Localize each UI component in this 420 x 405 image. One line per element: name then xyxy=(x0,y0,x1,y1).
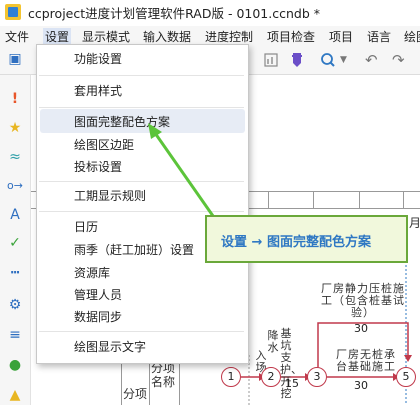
check-icon[interactable]: ✓ xyxy=(7,235,23,251)
menu-item-duration-display-rules[interactable]: 工期显示规则 xyxy=(74,188,146,204)
left-sidebar: ▣ ! ★ ≈ o→ A ✓ ┅ ⚙ ≡ ● ▲ xyxy=(0,51,31,405)
menu-item-function-settings[interactable]: 功能设置 xyxy=(74,51,122,67)
menu-item-apply-style[interactable]: 套用样式 xyxy=(74,83,122,99)
callout-text: 设置 → 图面完整配色方案 xyxy=(221,235,371,250)
menu-separator xyxy=(39,75,244,76)
network-node[interactable]: 1 xyxy=(221,367,241,387)
task-duration-piling: 30 xyxy=(354,322,368,335)
menu-item-data-sync[interactable]: 数据同步 xyxy=(74,309,122,325)
users-icon[interactable]: ● xyxy=(7,357,23,373)
exclamation-icon[interactable]: ! xyxy=(7,91,23,107)
menu-item-bid-settings[interactable]: 投标设置 xyxy=(74,159,122,175)
dashes-icon[interactable]: ┅ xyxy=(7,265,23,281)
warning-icon[interactable]: ▲ xyxy=(7,387,23,403)
redo-icon[interactable]: ↷ xyxy=(392,51,405,69)
menu-language[interactable]: 语言 xyxy=(367,28,391,45)
menu-item-color-scheme[interactable]: 图面完整配色方案 xyxy=(74,114,170,130)
annotation-callout: 设置 → 图面完整配色方案 xyxy=(205,215,408,263)
app-icon xyxy=(5,4,21,20)
menu-item-drawing-margins[interactable]: 绘图区边距 xyxy=(74,137,134,153)
gear-icon[interactable]: ⚙ xyxy=(7,297,23,313)
link-icon[interactable]: o→ xyxy=(7,178,23,194)
text-icon[interactable]: A xyxy=(7,207,23,223)
menu-input-data[interactable]: 输入数据 xyxy=(143,28,191,45)
menu-separator xyxy=(39,331,244,332)
undo-icon[interactable]: ↶ xyxy=(365,51,378,69)
menu-project[interactable]: 项目 xyxy=(329,28,353,45)
star-icon[interactable]: ★ xyxy=(7,120,23,136)
settings-dropdown-menu: 功能设置 套用样式 图面完整配色方案 绘图区边距 投标设置 工期显示规则 日历 … xyxy=(36,44,249,364)
menu-file[interactable]: 文件 xyxy=(5,28,29,45)
menu-progress-control[interactable]: 进度控制 xyxy=(205,28,253,45)
wave-icon[interactable]: ≈ xyxy=(7,149,23,165)
menu-separator xyxy=(39,181,244,182)
bookmark-icon[interactable] xyxy=(290,51,304,73)
menu-separator xyxy=(39,211,244,212)
chart-icon[interactable] xyxy=(263,51,279,73)
menu-bar: 文件 设置 显示模式 输入数据 进度控制 项目检查 项目 语言 绘图 xyxy=(0,26,420,46)
network-node[interactable]: 5 xyxy=(396,367,416,387)
menu-project-check[interactable]: 项目检查 xyxy=(267,28,315,45)
menu-item-resource-library[interactable]: 资源库 xyxy=(74,265,110,281)
menu-draw[interactable]: 绘图 xyxy=(404,28,420,45)
menu-display-mode[interactable]: 显示模式 xyxy=(82,28,130,45)
title-bar: ccproject进度计划管理软件RAD版 - 0101.ccndb * xyxy=(0,0,420,24)
menu-separator xyxy=(39,107,244,108)
window-title: ccproject进度计划管理软件RAD版 - 0101.ccndb * xyxy=(28,6,320,21)
task-label-foundation[interactable]: 厂房无桩承台基础施工 xyxy=(331,349,401,373)
search-icon[interactable] xyxy=(320,51,336,73)
partial-label-drainage: 降水 xyxy=(267,329,279,354)
sort-icon[interactable]: ≡ xyxy=(7,327,23,343)
network-node[interactable]: 3 xyxy=(307,367,327,387)
menu-item-managers[interactable]: 管理人员 xyxy=(74,287,122,303)
calendar-icon[interactable]: ▣ xyxy=(7,51,23,67)
menu-item-drawing-text[interactable]: 绘图显示文字 xyxy=(74,339,146,355)
menu-item-calendar[interactable]: 日历 xyxy=(74,219,98,235)
task-duration-foundation: 30 xyxy=(354,379,368,392)
network-node[interactable]: 2 xyxy=(261,367,281,387)
task-duration-excavation: 15 xyxy=(285,377,299,390)
dropdown-arrow-icon[interactable]: ▼ xyxy=(340,51,347,69)
menu-settings[interactable]: 设置 xyxy=(43,28,72,45)
menu-item-rainy-season[interactable]: 雨季（赶工加班）设置 xyxy=(74,242,194,258)
task-label-piling[interactable]: 厂房静力压桩施工（包含桩基试验） xyxy=(321,283,405,319)
